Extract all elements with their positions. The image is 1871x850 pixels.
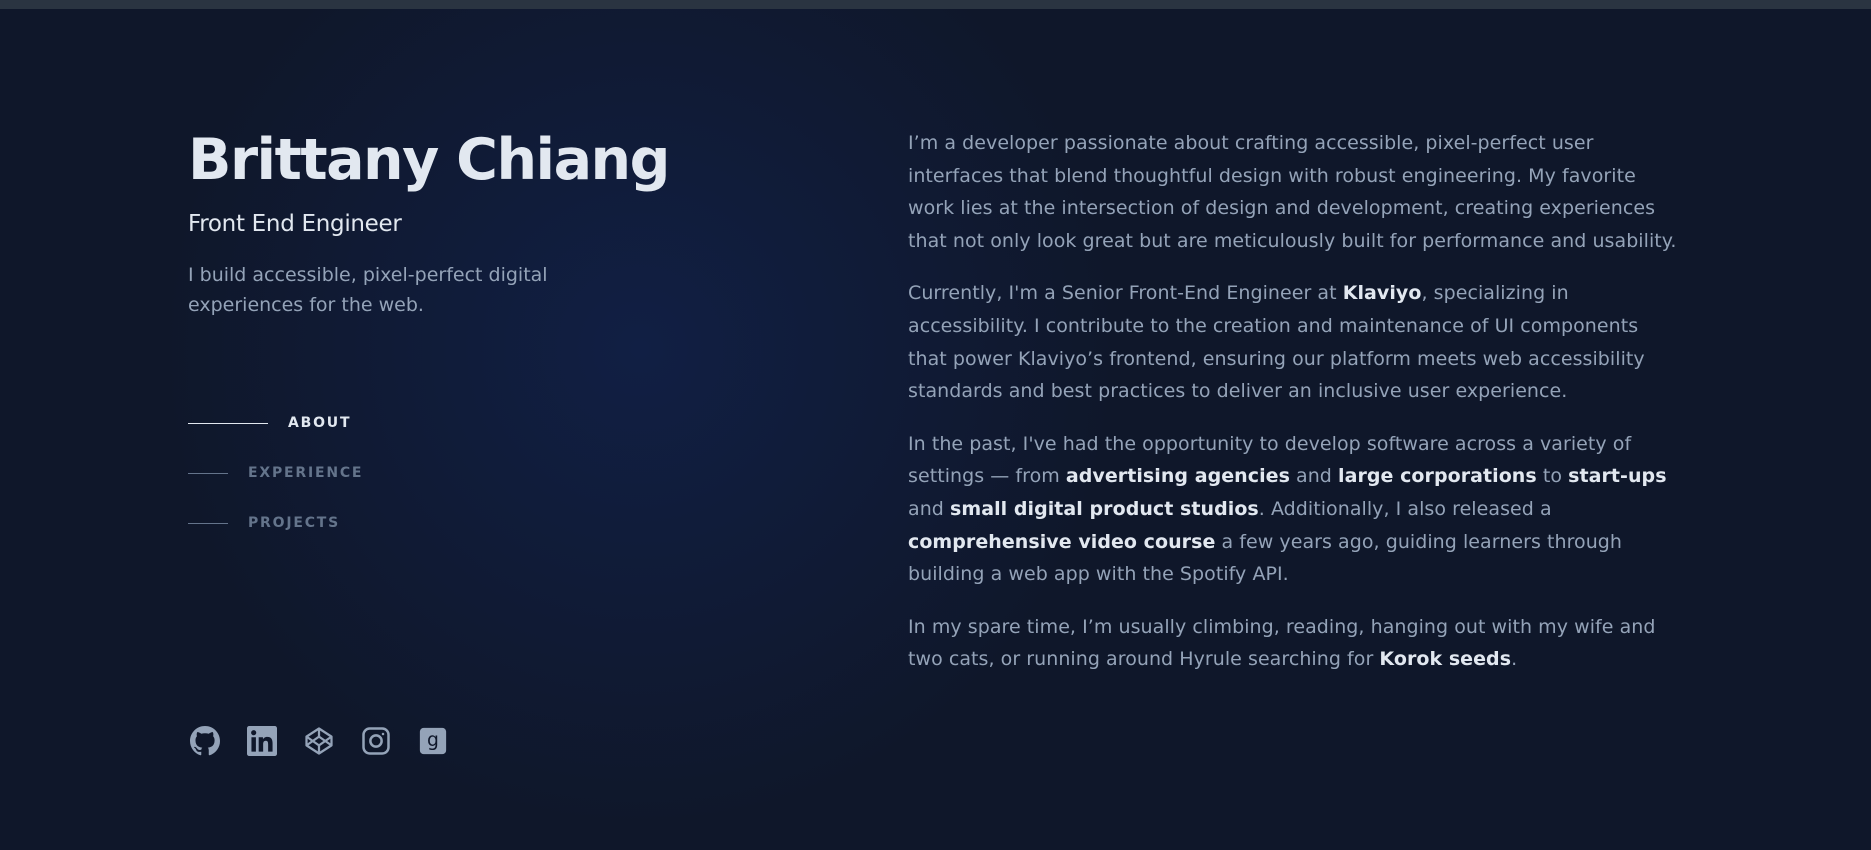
nav-item-label: EXPERIENCE [248,465,364,481]
linkedin-link[interactable] [247,726,277,756]
klaviyo-link[interactable]: Klaviyo [1343,282,1422,304]
about-paragraph: In the past, I've had the opportunity to… [908,428,1678,591]
nav-item-experience[interactable]: EXPERIENCE [188,458,363,488]
paragraph-text: and [908,497,950,520]
product-studios-link[interactable]: small digital product studios [950,498,1259,520]
linkedin-icon [247,726,277,756]
browser-top-strip [0,0,1871,9]
codepen-link[interactable] [304,726,334,756]
paragraph-text: and [1289,465,1339,488]
korok-seeds-link[interactable]: Korok seeds [1379,648,1511,670]
about-section: I’m a developer passionate about craftin… [908,127,1678,696]
goodreads-icon: g [419,727,447,755]
nav-item-projects[interactable]: PROJECTS [188,508,363,538]
paragraph-text: . Additionally, I also released a [1258,497,1552,520]
paragraph-text: In my spare time, I’m usually climbing, … [908,615,1656,671]
goodreads-link[interactable]: g [418,726,448,756]
tagline: I build accessible, pixel-perfect digita… [188,264,548,316]
page-title[interactable]: Brittany Chiang [188,124,708,196]
nav-indicator-line [188,472,228,474]
about-paragraph: In my spare time, I’m usually climbing, … [908,611,1678,676]
nav-indicator-line [188,522,228,524]
paragraph-text: to [1536,465,1569,488]
large-corporations-link[interactable]: large corporations [1338,465,1537,487]
nav-item-label: PROJECTS [248,515,341,531]
svg-text:g: g [427,730,439,751]
about-paragraph: I’m a developer passionate about craftin… [908,132,1677,252]
nav-item-label: ABOUT [288,415,352,431]
codepen-icon [305,727,333,755]
about-paragraph: Currently, I'm a Senior Front-End Engine… [908,277,1678,407]
paragraph-text: Currently, I'm a Senior Front-End Engine… [908,282,1343,305]
video-course-link[interactable]: comprehensive video course [908,531,1215,553]
advertising-agencies-link[interactable]: advertising agencies [1066,465,1290,487]
github-link[interactable] [190,726,220,756]
social-links: g [190,726,448,756]
nav-indicator-line [188,422,268,424]
section-nav: ABOUT EXPERIENCE PROJECTS [188,408,363,558]
nav-item-about[interactable]: ABOUT [188,408,363,438]
intro-header: Brittany Chiang Front End Engineer I bui… [188,124,708,320]
instagram-link[interactable] [361,726,391,756]
paragraph-text: . [1511,648,1518,671]
job-title: Front End Engineer [188,211,402,237]
start-ups-link[interactable]: start-ups [1568,465,1666,487]
github-icon [190,726,220,756]
instagram-icon [362,727,390,755]
